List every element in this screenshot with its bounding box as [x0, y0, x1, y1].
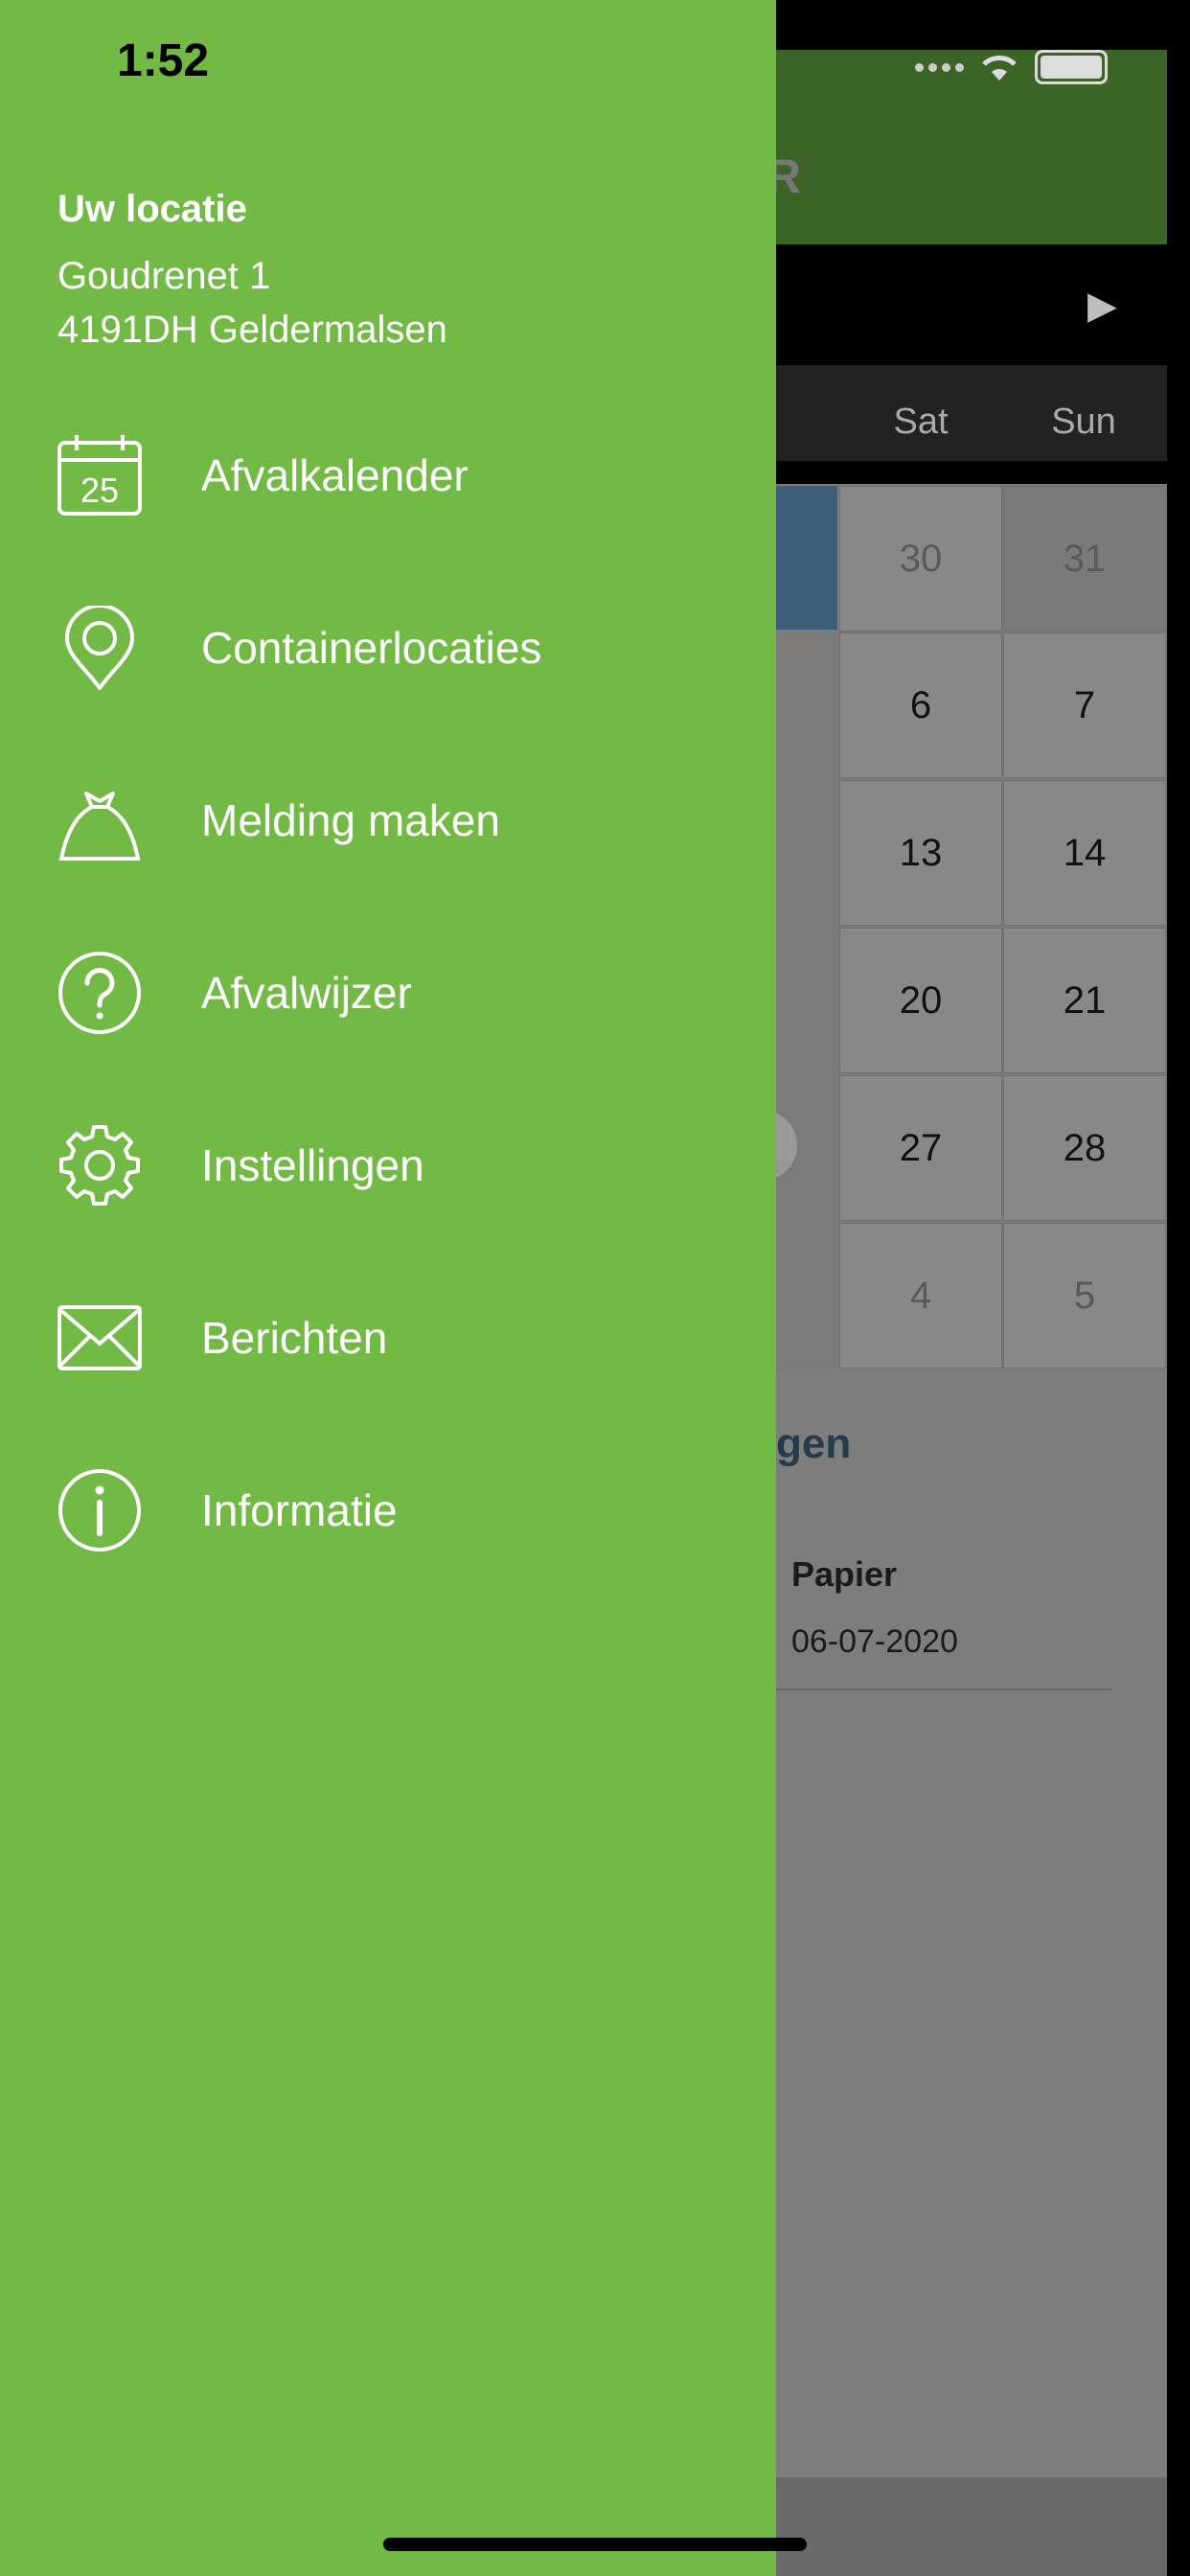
address-line2: 4191DH Geldermalsen [57, 309, 447, 351]
gear-icon [59, 1125, 140, 1206]
calendar-day[interactable]: 13 [839, 780, 1002, 926]
menu-label: Instellingen [201, 1140, 424, 1190]
menu-label: Afvalkalender [201, 450, 469, 500]
calendar-icon-day: 25 [80, 471, 119, 510]
calendar-day[interactable]: 6 [839, 632, 1002, 778]
menu-item-afvalkalender[interactable]: 25 Afvalkalender [0, 408, 776, 542]
highlighted-day-cell[interactable] [767, 486, 837, 630]
navigation-drawer: 1:52 Uw locatie Goudrenet 1 4191DH Gelde… [0, 0, 776, 2576]
help-icon [58, 952, 141, 1034]
upcoming-section-title: gen [776, 1420, 852, 1467]
pickup-item-date: 06-07-2020 [791, 1623, 958, 1660]
home-indicator[interactable] [383, 2538, 807, 2551]
calendar-day[interactable]: 7 [1003, 632, 1166, 778]
status-icons [915, 50, 1108, 84]
calendar-day[interactable]: 31 [1003, 486, 1166, 632]
menu-item-afvalwijzer[interactable]: Afvalwijzer [0, 926, 776, 1060]
menu-label: Melding maken [201, 795, 500, 845]
next-month-button[interactable]: ▶ [1087, 284, 1117, 328]
info-icon [58, 1469, 141, 1552]
menu-label: Informatie [201, 1485, 398, 1535]
battery-icon [1035, 50, 1108, 84]
garbage-bag-icon [58, 792, 141, 861]
menu-label: Containerlocaties [201, 623, 542, 673]
menu-label: Berichten [201, 1313, 388, 1363]
calendar-day[interactable]: 5 [1003, 1223, 1166, 1368]
mail-icon [57, 1305, 142, 1370]
menu-label: Afvalwijzer [201, 968, 412, 1018]
calendar-day[interactable]: 21 [1003, 928, 1166, 1073]
pickup-item-title: Papier [791, 1554, 898, 1594]
location-pin-icon [64, 606, 135, 690]
menu-item-berichten[interactable]: Berichten [0, 1271, 776, 1405]
wifi-icon [982, 56, 1017, 80]
calendar-icon: 25 [57, 435, 142, 516]
day-header-sat: Sat [893, 402, 949, 442]
calendar-day[interactable]: 27 [839, 1075, 1002, 1221]
menu-item-informatie[interactable]: Informatie [0, 1443, 776, 1577]
calendar-day[interactable]: 28 [1003, 1075, 1166, 1221]
signal-icon [915, 62, 964, 72]
calendar-day[interactable]: 30 [839, 486, 1002, 632]
calendar-day[interactable]: 14 [1003, 780, 1166, 926]
location-title: Uw locatie [57, 188, 247, 230]
address-line1: Goudrenet 1 [57, 255, 271, 297]
calendar-day[interactable]: 20 [839, 928, 1002, 1073]
menu-item-containerlocaties[interactable]: Containerlocaties [0, 581, 776, 715]
menu-item-instellingen[interactable]: Instellingen [0, 1098, 776, 1232]
calendar-day[interactable]: 4 [839, 1223, 1002, 1368]
day-header-sun: Sun [1051, 402, 1116, 442]
status-time: 1:52 [117, 35, 210, 86]
menu-item-melding-maken[interactable]: Melding maken [0, 753, 776, 887]
divider [776, 1689, 1111, 1690]
